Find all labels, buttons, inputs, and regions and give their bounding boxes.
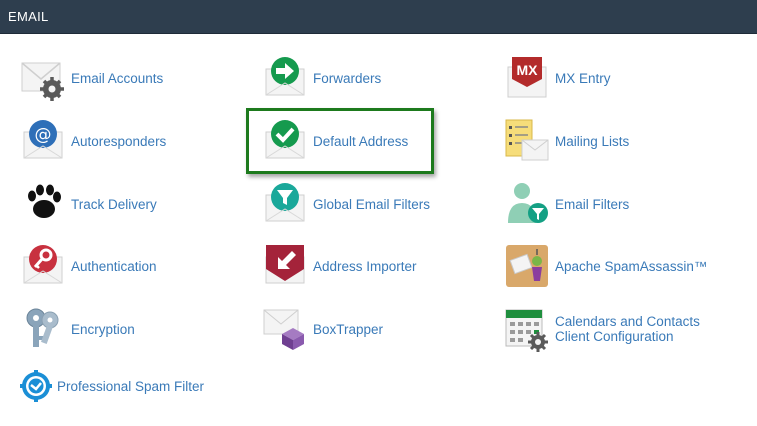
calendars-contacts-label: Calendars and Contacts Client Configurat… [555,314,700,344]
professional-spam-filter-label: Professional Spam Filter [57,378,205,394]
mx-entry-link[interactable]: MX MX Entry [504,55,611,101]
autoresponders-link[interactable]: @ Autoresponders [20,118,166,164]
authentication-link[interactable]: Authentication [20,243,157,289]
user-filter-icon [504,181,550,227]
calendars-contacts-line2: Client Configuration [555,329,674,344]
global-email-filters-label: Global Email Filters [313,196,431,212]
spamassassin-icon [504,243,550,289]
calendar-gear-icon [504,306,550,352]
forwarders-link[interactable]: Forwarders [262,55,381,101]
svg-text:MX: MX [517,62,539,78]
track-delivery-label: Track Delivery [71,196,157,212]
key-envelope-icon [20,243,66,289]
keys-icon [20,306,66,352]
forwarders-label: Forwarders [313,70,382,86]
autoresponders-label: Autoresponders [71,133,167,149]
track-delivery-link[interactable]: Track Delivery [20,181,157,227]
email-accounts-link[interactable]: Email Accounts [20,55,163,101]
calendars-contacts-link[interactable]: Calendars and Contacts Client Configurat… [504,306,700,352]
box-envelope-icon [262,306,308,352]
forward-arrow-icon [262,55,308,101]
boxtrapper-label: BoxTrapper [313,321,384,337]
boxtrapper-link[interactable]: BoxTrapper [262,306,383,352]
mx-entry-label: MX Entry [555,70,611,86]
default-address-link[interactable]: Default Address [262,118,408,164]
mailing-lists-label: Mailing Lists [555,133,630,149]
email-accounts-label: Email Accounts [71,70,164,86]
address-importer-label: Address Importer [313,258,417,274]
global-email-filters-link[interactable]: Global Email Filters [262,181,430,227]
svg-text:@: @ [35,125,52,145]
authentication-label: Authentication [71,258,157,274]
encryption-label: Encryption [71,321,135,337]
checkmark-envelope-icon [262,118,308,164]
email-panel: EMAIL Email Accounts Forwarders MX MX En… [0,0,757,426]
funnel-envelope-icon [262,181,308,227]
at-sign-icon: @ [20,118,66,164]
mailing-lists-link[interactable]: Mailing Lists [504,118,629,164]
paw-print-icon [20,181,66,227]
apache-spamassassin-label: Apache SpamAssassin™ [555,258,708,274]
import-arrow-icon [262,243,308,289]
email-filters-link[interactable]: Email Filters [504,181,629,227]
spam-shield-icon [20,370,52,402]
list-envelope-icon [504,118,550,164]
email-filters-label: Email Filters [555,196,630,212]
panel-header: EMAIL [0,0,757,34]
default-address-label: Default Address [313,133,409,149]
calendars-contacts-line1: Calendars and Contacts [555,314,700,329]
envelope-gear-icon [20,55,66,101]
encryption-link[interactable]: Encryption [20,306,135,352]
address-importer-link[interactable]: Address Importer [262,243,417,289]
apache-spamassassin-link[interactable]: Apache SpamAssassin™ [504,243,707,289]
mx-envelope-icon: MX [504,55,550,101]
professional-spam-filter-link[interactable]: Professional Spam Filter [20,370,204,402]
